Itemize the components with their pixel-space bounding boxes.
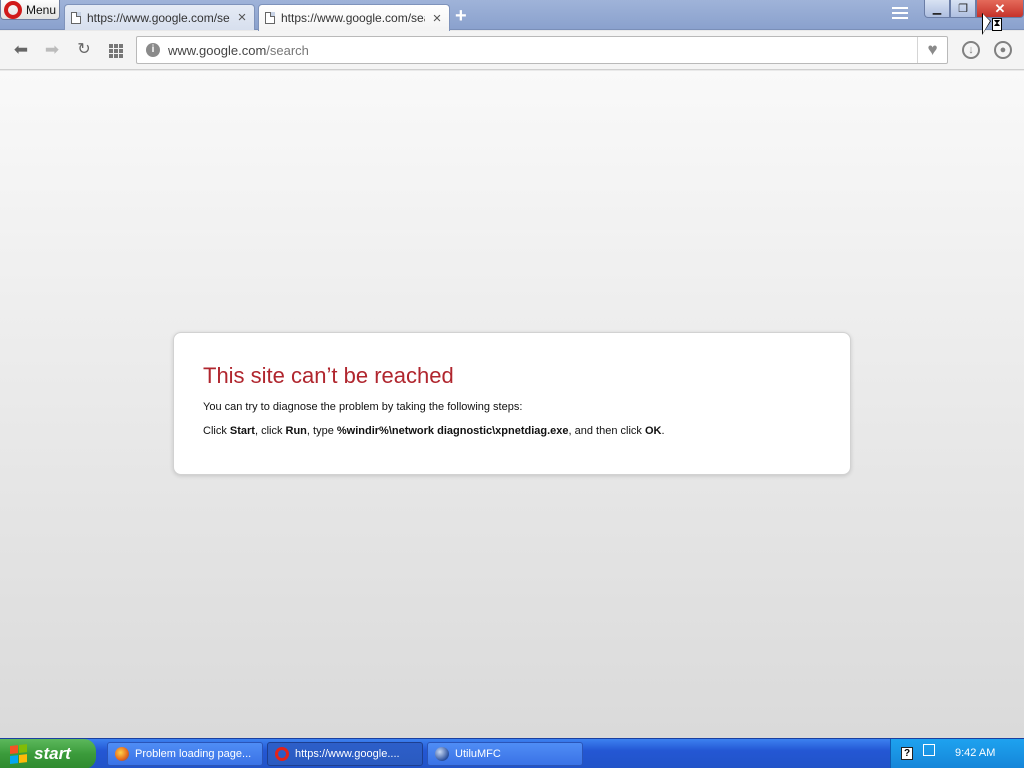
heart-icon[interactable]: ♥ [917,37,947,63]
browser-titlebar: Menu https://www.google.com/search × htt… [0,0,1024,31]
url-path: /search [266,42,309,58]
opera-icon [275,747,289,761]
reload-icon[interactable]: ↻ [73,40,95,60]
taskbar-item-label: UtiluMFC [455,748,501,760]
start-label: start [34,744,71,763]
error-intro: You can try to diagnose the problem by t… [203,401,523,413]
close-icon: ✕ [994,0,1006,16]
address-bar[interactable]: i www.google.com/search ♥ [136,36,948,64]
clock[interactable]: 9:42 AM [955,747,995,759]
restore-button[interactable]: ❐ [950,0,976,18]
opera-logo-icon [4,0,22,19]
help-icon[interactable]: ? [901,747,913,760]
menu-label: Menu [26,2,57,17]
minimize-button[interactable]: ▁ [924,0,950,18]
taskbar-item[interactable]: Problem loading page... [107,742,263,766]
url-domain: www.google.com [168,42,267,58]
browser-tab[interactable]: https://www.google.com/search × [64,4,255,30]
tab-menu-icon[interactable] [892,7,908,21]
page-content: This site can’t be reached You can try t… [0,71,1024,738]
new-tab-button[interactable]: + [455,5,467,28]
taskbar: start Problem loading page... https://ww… [0,738,1024,768]
tab-title: https://www.google.com/search [281,11,425,25]
network-icon[interactable] [923,744,935,756]
site-info-icon[interactable]: i [146,43,160,57]
error-card: This site can’t be reached You can try t… [173,332,851,475]
app-globe-icon [435,747,449,761]
start-button[interactable]: start [0,739,96,768]
back-arrow-icon[interactable]: ⬅ [10,40,32,60]
url-field[interactable]: www.google.com/search [168,43,917,58]
mouse-cursor-icon [983,14,990,33]
firefox-icon [115,747,129,761]
error-title: This site can’t be reached [203,363,454,388]
minimize-icon: ▁ [932,3,942,15]
system-tray: ? 9:42 AM [890,739,1024,768]
tab-title: https://www.google.com/search [87,10,230,25]
restore-icon: ❐ [958,3,968,15]
close-tab-icon[interactable]: × [431,10,443,27]
windows-flag-icon [10,744,28,764]
error-steps: Click Start, click Run, type %windir%\ne… [203,425,665,437]
close-tab-icon[interactable]: × [236,9,248,26]
opera-menu-button[interactable]: Menu [0,0,60,20]
browser-tab-active[interactable]: https://www.google.com/search × [258,4,450,31]
taskbar-item-active[interactable]: https://www.google.... [267,742,423,766]
page-icon [71,11,81,24]
hourglass-icon: ⧗ [992,18,1002,31]
page-icon [265,12,275,24]
navigation-toolbar: ⬅ ➡ ↻ i www.google.com/search ♥ ↓ ● [0,31,1024,70]
forward-arrow-icon[interactable]: ➡ [41,40,63,60]
speed-dial-grid-icon[interactable] [105,40,127,60]
downloads-icon[interactable]: ↓ [962,41,980,59]
taskbar-item[interactable]: UtiluMFC [427,742,583,766]
taskbar-item-label: https://www.google.... [295,748,400,760]
account-icon[interactable]: ● [994,41,1012,59]
taskbar-item-label: Problem loading page... [135,748,252,760]
